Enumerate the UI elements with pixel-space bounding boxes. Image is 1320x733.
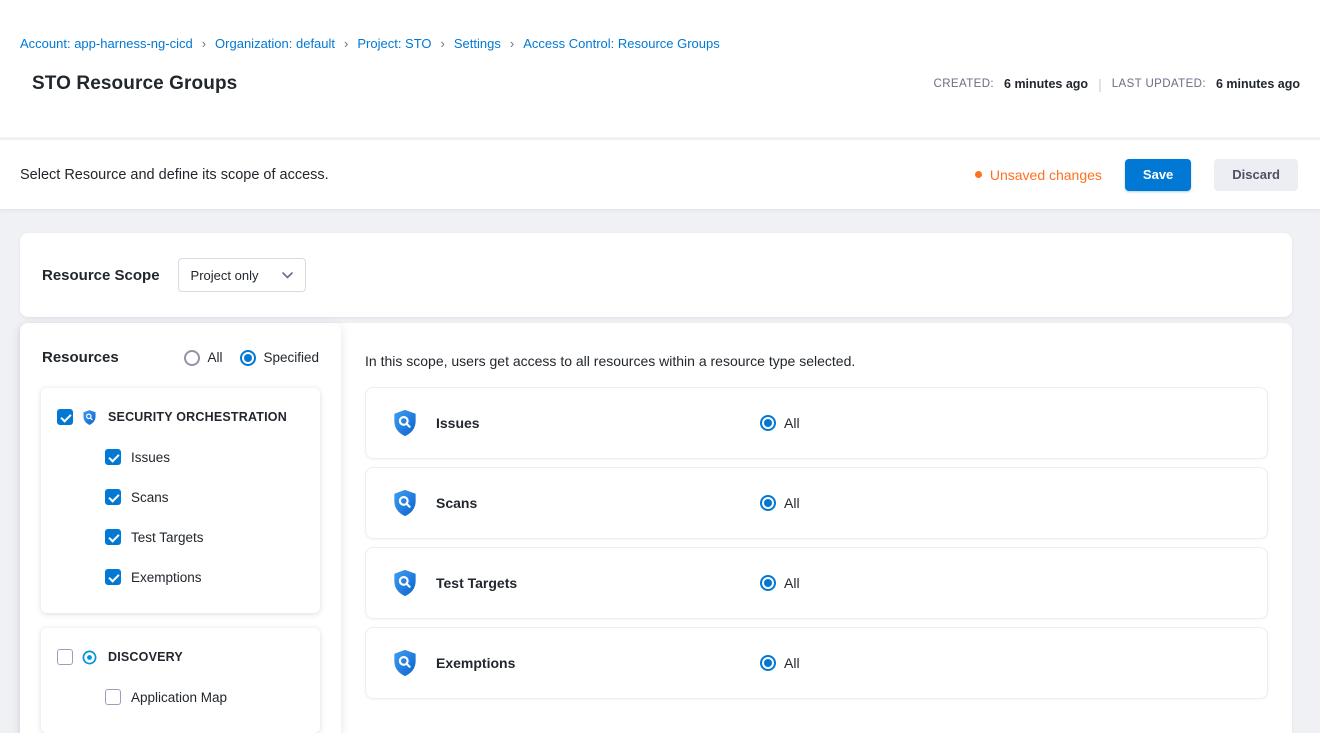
page-header: Account: app-harness-ng-cicd › Organizat…: [0, 0, 1320, 137]
resource-type-name: Exemptions: [436, 655, 760, 671]
resource-type-name: Issues: [436, 415, 760, 431]
breadcrumb-account-link[interactable]: Account: app-harness-ng-cicd: [20, 36, 193, 51]
discovery-icon: [81, 649, 98, 666]
group-label-security-orchestration[interactable]: SECURITY ORCHESTRATION: [108, 410, 287, 424]
radio-icon[interactable]: [184, 350, 200, 366]
resource-type-name: Scans: [436, 495, 760, 511]
resource-group-discovery: DISCOVERY Application Map: [41, 628, 320, 733]
resource-item-scans: Scans: [105, 477, 304, 517]
created-label: CREATED:: [934, 78, 995, 90]
resource-scope-select[interactable]: Project only: [178, 258, 306, 292]
resource-group-security-orchestration: SECURITY ORCHESTRATION Issues Scans Test…: [41, 388, 320, 613]
access-row-issues: Issues All: [365, 387, 1268, 459]
sto-shield-icon: [390, 648, 420, 678]
created-value: 6 minutes ago: [1004, 77, 1088, 91]
resource-type-name: Test Targets: [436, 575, 760, 591]
chevron-right-icon: ›: [510, 36, 514, 51]
main-content: Resource Scope Project only Resources Al…: [0, 209, 1320, 733]
discard-button[interactable]: Discard: [1214, 159, 1298, 191]
page-title: STO Resource Groups: [32, 73, 237, 95]
exemptions-checkbox[interactable]: [105, 569, 121, 585]
resource-scope-card: Resource Scope Project only: [20, 233, 1292, 317]
resource-item-issues: Issues: [105, 437, 304, 477]
security-orchestration-checkbox[interactable]: [57, 409, 73, 425]
scope-description: In this scope, users get access to all r…: [365, 353, 1268, 369]
meta-divider: |: [1098, 76, 1102, 92]
breadcrumb-organization-link[interactable]: Organization: default: [215, 36, 335, 51]
issues-checkbox[interactable]: [105, 449, 121, 465]
application-map-checkbox[interactable]: [105, 689, 121, 705]
sto-shield-icon: [390, 408, 420, 438]
resources-panel-title: Resources: [42, 349, 119, 366]
chevron-right-icon: ›: [441, 36, 445, 51]
action-toolbar: Select Resource and define its scope of …: [0, 140, 1320, 209]
test-targets-checkbox-label[interactable]: Test Targets: [131, 530, 204, 545]
toolbar-description: Select Resource and define its scope of …: [20, 167, 329, 183]
exemptions-checkbox-label[interactable]: Exemptions: [131, 570, 202, 585]
access-row-test-targets: Test Targets All: [365, 547, 1268, 619]
resource-selection-card: Resources All Specified: [20, 323, 1292, 733]
chevron-right-icon: ›: [202, 36, 206, 51]
all-access-radio[interactable]: [760, 495, 776, 511]
all-access-radio-label[interactable]: All: [784, 415, 800, 431]
resource-item-exemptions: Exemptions: [105, 557, 304, 597]
discovery-checkbox[interactable]: [57, 649, 73, 665]
resource-item-test-targets: Test Targets: [105, 517, 304, 557]
all-access-radio[interactable]: [760, 575, 776, 591]
last-updated-value: 6 minutes ago: [1216, 77, 1300, 91]
sto-shield-icon: [390, 488, 420, 518]
unsaved-dot-icon: [975, 171, 982, 178]
all-access-radio-label[interactable]: All: [784, 495, 800, 511]
resource-item-application-map: Application Map: [105, 677, 304, 717]
unsaved-changes-label: Unsaved changes: [990, 167, 1102, 183]
group-label-discovery[interactable]: DISCOVERY: [108, 650, 183, 664]
scope-panel: In this scope, users get access to all r…: [341, 323, 1292, 733]
specified-radio-label[interactable]: Specified: [263, 350, 319, 365]
resource-scope-label: Resource Scope: [42, 267, 160, 284]
scans-checkbox-label[interactable]: Scans: [131, 490, 169, 505]
save-button[interactable]: Save: [1125, 159, 1191, 191]
chevron-down-icon: [282, 272, 293, 279]
specified-resources-radio-option[interactable]: Specified: [240, 350, 319, 366]
resources-panel: Resources All Specified: [20, 323, 341, 733]
created-updated-meta: CREATED: 6 minutes ago | LAST UPDATED: 6…: [934, 76, 1300, 92]
breadcrumb-settings-link[interactable]: Settings: [454, 36, 501, 51]
scans-checkbox[interactable]: [105, 489, 121, 505]
all-access-radio[interactable]: [760, 655, 776, 671]
resource-scope-selected-value: Project only: [191, 268, 259, 283]
access-row-exemptions: Exemptions All: [365, 627, 1268, 699]
sto-shield-icon: [390, 568, 420, 598]
breadcrumb: Account: app-harness-ng-cicd › Organizat…: [20, 36, 1300, 51]
last-updated-label: LAST UPDATED:: [1112, 78, 1206, 90]
breadcrumb-resource-groups-link[interactable]: Access Control: Resource Groups: [523, 36, 720, 51]
radio-icon[interactable]: [240, 350, 256, 366]
issues-checkbox-label[interactable]: Issues: [131, 450, 170, 465]
chevron-right-icon: ›: [344, 36, 348, 51]
all-access-radio-label[interactable]: All: [784, 575, 800, 591]
all-access-radio[interactable]: [760, 415, 776, 431]
access-row-scans: Scans All: [365, 467, 1268, 539]
breadcrumb-project-link[interactable]: Project: STO: [357, 36, 431, 51]
all-radio-label[interactable]: All: [207, 350, 222, 365]
unsaved-changes-indicator: Unsaved changes: [975, 167, 1102, 183]
sto-shield-icon: [81, 409, 98, 426]
test-targets-checkbox[interactable]: [105, 529, 121, 545]
application-map-checkbox-label[interactable]: Application Map: [131, 690, 227, 705]
all-access-radio-label[interactable]: All: [784, 655, 800, 671]
all-resources-radio-option[interactable]: All: [184, 350, 222, 366]
